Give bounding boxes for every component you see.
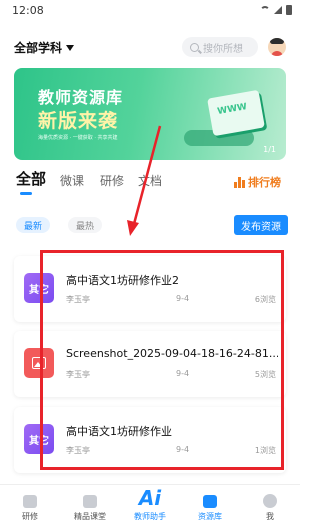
training-icon [23,495,37,508]
banner-pager: 1/1 [263,145,276,154]
filter-latest[interactable]: 最新 [16,217,51,233]
search-icon [190,42,199,52]
nav-label: 我 [266,512,274,521]
nav-classroom[interactable]: 精品课堂 [60,485,120,527]
nav-label: 研修 [22,512,38,521]
monitor-illustration: WWW [207,89,265,137]
wifi-icon [260,6,270,14]
search-placeholder: 搜你所想 [203,43,243,55]
subject-dropdown[interactable]: 全部学科 [14,39,75,56]
bottom-nav: 研修 精品课堂 Ai 教师助手 资源库 我 [0,484,300,527]
banner-subtitle: 海量优质资源 · 一键获取 · 共享共建 [38,135,118,141]
ai-icon: Ai [138,486,162,510]
signal-icon [274,6,282,14]
search-input[interactable]: 搜你所想 [182,37,258,57]
folder-icon [203,495,217,508]
nav-label: 教师助手 [134,512,166,521]
avatar[interactable] [268,38,286,56]
filter-row: 最新 最热 发布资源 [0,215,300,235]
publish-resource-button[interactable]: 发布资源 [234,215,288,235]
banner-title: 教师资源库 [38,88,124,107]
nav-profile[interactable]: 我 [240,485,300,527]
tab-active-indicator [20,192,32,195]
header: 全部学科 搜你所想 [0,33,300,61]
annotation-box [40,250,284,470]
ranking-label: 排行榜 [248,176,281,189]
bar-chart-icon [234,176,245,188]
tab-micro-lesson[interactable]: 微课 [60,172,84,189]
status-time: 12:08 [12,3,44,17]
banner-headline: 新版来袭 [38,110,119,132]
category-tabs: 全部 微课 研修 文档 排行榜 [0,168,300,196]
tab-training[interactable]: 研修 [100,172,124,189]
nav-teacher-assistant[interactable]: Ai 教师助手 [120,485,180,527]
status-icons [260,5,292,15]
filter-hottest[interactable]: 最热 [68,217,103,233]
banner-screen-text: WWW [216,102,248,118]
promo-banner[interactable]: 教师资源库 新版来袭 海量优质资源 · 一键获取 · 共享共建 WWW 1/1 [14,68,286,160]
ranking-button[interactable]: 排行榜 [234,174,281,190]
nav-label: 资源库 [198,512,222,521]
subject-label: 全部学科 [14,40,63,55]
status-bar: 12:08 [0,0,300,20]
battery-icon [286,5,292,15]
nav-resource-library[interactable]: 资源库 [180,485,240,527]
tab-all[interactable]: 全部 [16,168,46,189]
classroom-icon [83,495,97,508]
tab-documents[interactable]: 文档 [138,172,162,189]
nav-label: 精品课堂 [74,512,106,521]
caret-down-icon [66,44,75,51]
nav-training[interactable]: 研修 [0,485,60,527]
profile-icon [263,494,277,508]
